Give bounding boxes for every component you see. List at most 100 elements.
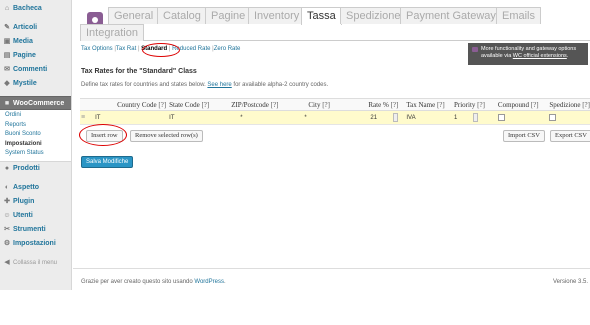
drag-handle-icon[interactable]: ≡ [80,110,90,125]
link-zero-rate[interactable]: Zero Rate [214,46,241,52]
nav-label: Impostazioni [13,239,56,247]
help-icon[interactable]: [?] [158,101,166,109]
nav-bacheca[interactable]: ⌂ Bacheca [0,2,71,16]
tab-pagine[interactable]: Pagine [205,7,252,24]
admin-sidebar: ⌂ Bacheca ✎ Articoli ▣ Media ▤ Pagine ✉ Comme… [0,0,72,290]
priority-value[interactable]: 1 [454,115,457,121]
users-icon: ☺ [3,211,11,219]
save-changes-button[interactable]: Salva Modifiche [81,156,134,168]
subnav-separator: | [137,46,140,52]
help-icon[interactable]: [?] [391,101,399,109]
tab-payment-gateways[interactable]: Payment Gateways [400,7,508,24]
cell-zip[interactable]: * [228,110,302,125]
cell-tax-name[interactable]: IVA [403,110,452,125]
help-icon[interactable]: [?] [437,101,445,109]
nav-label: Utenti [13,211,33,219]
header-priority: Priority [?] [451,98,495,111]
priority-spinner[interactable] [473,113,479,122]
help-icon[interactable]: [?] [477,101,485,109]
product-icon: ● [4,164,10,172]
header-state-code: State Code [?] [166,98,229,111]
spedizione-checkbox[interactable] [549,113,557,121]
nav-utenti[interactable]: ☺ Utenti [0,209,71,223]
submenu-buoni-sconto[interactable]: Buoni Sconto [0,130,71,140]
tab-emails[interactable]: Emails [496,7,542,24]
theme-icon: ◆ [4,80,10,87]
header-tax-name: Tax Name [?] [403,98,452,111]
pin-icon: ✎ [4,24,10,31]
tab-tassa[interactable]: Tassa [301,7,342,25]
media-icon: ▣ [3,38,11,45]
help-icon[interactable]: [?] [201,101,209,109]
link-tax-options[interactable]: Tax Options [81,46,113,52]
cell-spedizione [546,110,590,125]
settings-icon: ⚙ [3,239,11,247]
submenu-impostazioni[interactable]: Impostazioni [0,140,71,150]
tools-icon: ✂ [4,225,10,233]
tab-catalog[interactable]: Catalog [157,7,207,24]
nav-plugin[interactable]: ✚ Plugin [0,195,71,209]
annotation-circle-standard [142,43,180,57]
help-icon[interactable]: [?] [531,101,539,109]
submenu-system-status[interactable]: System Status [0,149,71,159]
promo-link[interactable]: WC official extensions [513,53,567,59]
header-city: City [?] [301,98,364,111]
collapse-menu-button[interactable]: ◀ Collassa il menu [0,256,71,270]
help-icon[interactable]: [?] [322,101,330,109]
tab-inventory[interactable]: Inventory [248,7,306,24]
header-zip: ZIP/Postcode [?] [228,98,302,111]
nav-commenti[interactable]: ✉ Commenti [0,63,71,77]
nav-label: Articoli [13,24,38,31]
wordpress-link[interactable]: WordPress [194,279,224,285]
footer-version: Versione 3.5. [552,279,588,285]
nav-woocommerce[interactable]: ■ WooCommerce [0,96,71,110]
see-here-link[interactable]: See here [207,82,231,88]
submenu-reports[interactable]: Reports [0,121,71,131]
nav-prodotti[interactable]: ● Prodotti [0,162,71,176]
nav-label: Strumenti [13,225,46,233]
table-row[interactable]: ≡ IT IT * * 21 IVA 1 [80,110,590,125]
woocommerce-icon: ■ [4,100,10,107]
nav-articoli[interactable]: ✎ Articoli [0,21,71,35]
nav-label: Media [13,38,33,45]
export-csv-button[interactable]: Export CSV [550,130,590,142]
cell-state-code[interactable]: IT [166,110,229,125]
help-icon[interactable]: [?] [271,101,279,109]
cell-priority[interactable]: 1 [451,110,495,125]
cell-city[interactable]: * [301,110,364,125]
nav-mystile[interactable]: ◆ Mystile [0,77,71,91]
nav-impostazioni[interactable]: ⚙ Impostazioni [0,237,71,251]
nav-aspetto[interactable]: ◐ Aspetto [0,181,71,195]
nav-label: WooCommerce [13,100,65,107]
header-country-code: Country Code [?] [89,98,167,111]
remove-rows-button[interactable]: Remove selected row(s) [130,130,203,142]
nav-label: Prodotti [13,164,40,172]
compound-checkbox[interactable] [497,113,505,121]
submenu-ordini[interactable]: Ordini [0,111,71,121]
nav-pagine[interactable]: ▤ Pagine [0,49,71,63]
tax-rates-table: Country Code [?] State Code [?] ZIP/Post… [80,98,590,125]
rate-value[interactable]: 21 [370,115,377,121]
cell-country-code[interactable]: IT [89,110,167,125]
collapse-label: Collassa il menu [13,259,58,266]
appearance-icon: ◐ [4,183,10,191]
tab-general[interactable]: General [108,7,160,24]
nav-strumenti[interactable]: ✂ Strumenti [0,223,71,237]
link-tax-rates[interactable]: Tax Rat [116,46,136,52]
rate-spinner[interactable] [393,113,399,122]
comment-icon: ✉ [4,66,10,73]
tab-spedizione[interactable]: Spedizione [340,7,407,24]
nav-label: Aspetto [13,183,40,191]
promo-prefix: available via [481,53,513,59]
cell-rate[interactable]: 21 [363,110,404,125]
woocommerce-submenu: Ordini Reports Buoni Sconto Impostazioni… [0,110,71,162]
nav-media[interactable]: ▣ Media [0,35,71,49]
settings-tab-bar: General Catalog Pagine Inventory Tassa S… [80,5,590,41]
help-icon[interactable]: [?] [582,101,590,109]
dashboard-icon: ⌂ [4,5,10,12]
table-header-row: Country Code [?] State Code [?] ZIP/Post… [80,98,590,111]
header-handle [80,98,90,111]
import-csv-button[interactable]: Import CSV [503,130,545,142]
tab-integration[interactable]: Integration [80,24,144,41]
section-title: Tax Rates for the "Standard" Class [81,68,197,75]
